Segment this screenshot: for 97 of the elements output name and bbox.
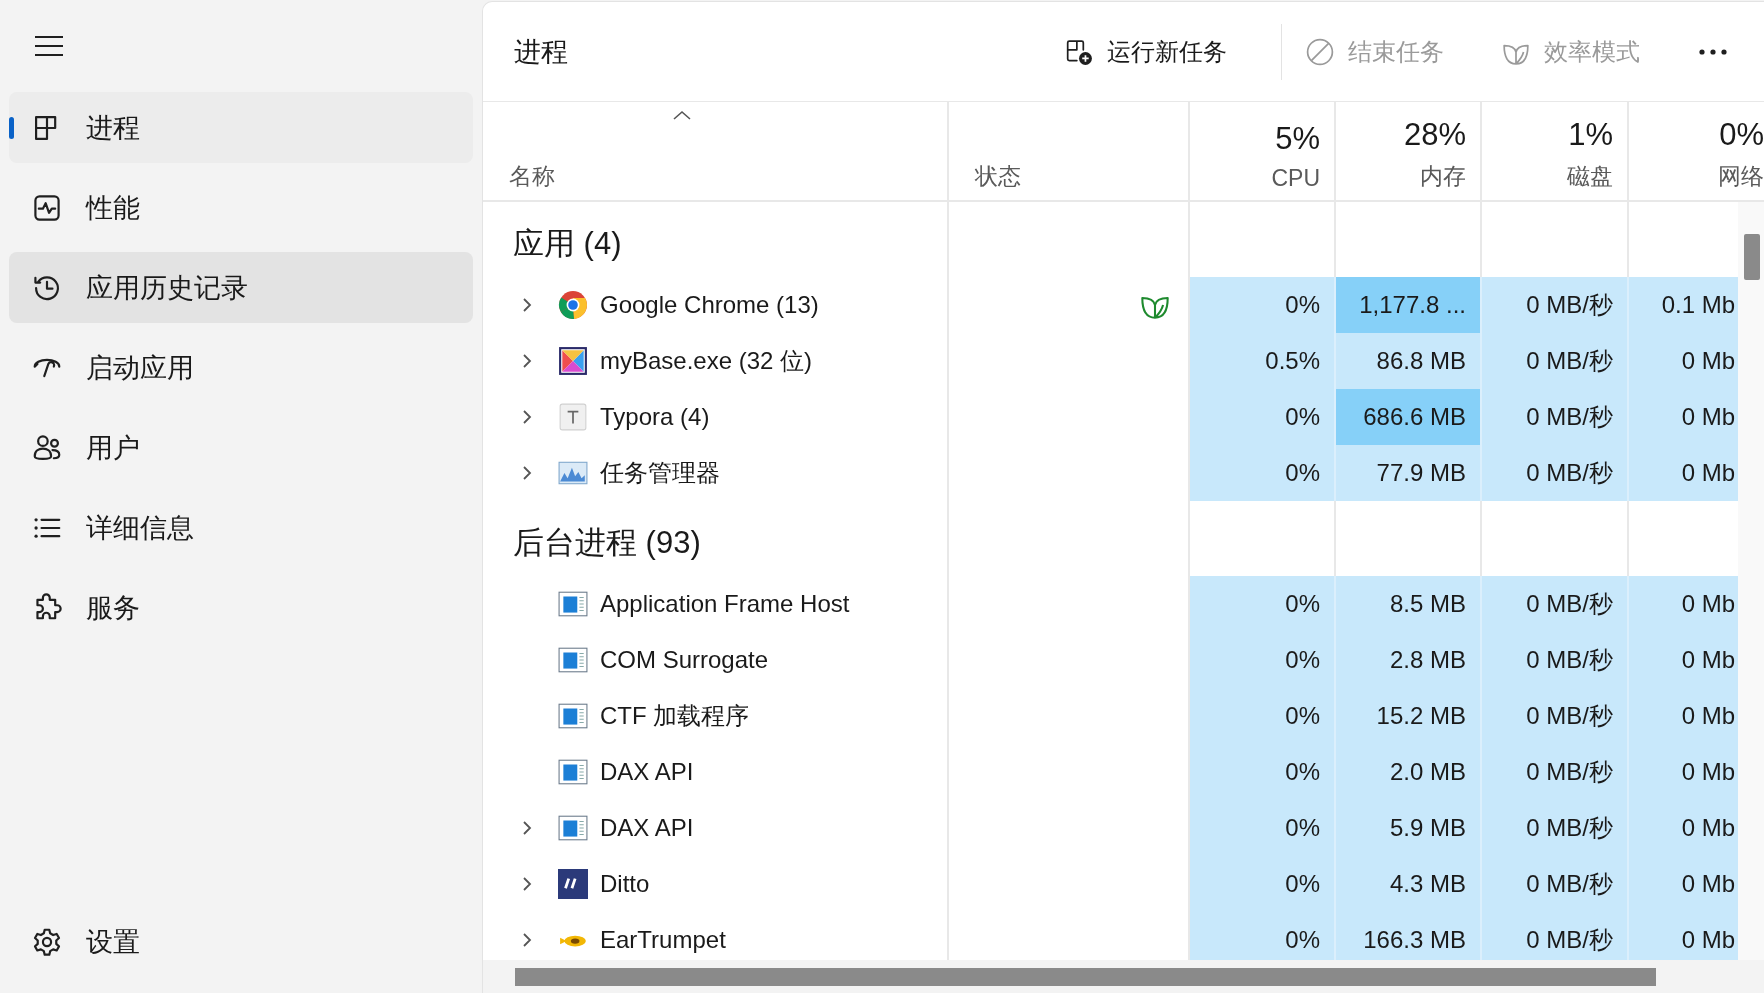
document-icon <box>558 402 588 432</box>
disk-cell: 0 MB/秒 <box>1482 856 1629 912</box>
usage-percent: 1% <box>1568 117 1613 153</box>
network-cell: 0 Mb <box>1629 445 1738 501</box>
scrollbar-thumb[interactable] <box>1744 234 1760 280</box>
cpu-cell: 0% <box>1190 277 1336 333</box>
network-cell: 0 Mb <box>1629 856 1738 912</box>
scrollbar-thumb[interactable] <box>515 968 1656 986</box>
prohibited-icon <box>1306 37 1334 66</box>
nav-item[interactable]: 启动应用 <box>9 332 473 403</box>
app-window-icon <box>558 701 588 731</box>
settings-icon <box>32 926 62 957</box>
disk-cell: 0 MB/秒 <box>1482 333 1629 389</box>
new-window-plus-icon <box>1065 37 1093 66</box>
cpu-cell: 0% <box>1190 800 1336 856</box>
nav-item[interactable]: 进程 <box>9 92 473 163</box>
network-cell: 0 Mb <box>1629 389 1738 445</box>
disk-cell: 0 MB/秒 <box>1482 389 1629 445</box>
disk-cell: 0 MB/秒 <box>1482 744 1629 800</box>
usage-percent: 5% <box>1275 121 1320 157</box>
process-name: Application Frame Host <box>600 590 850 618</box>
disk-cell: 0 MB/秒 <box>1482 912 1629 960</box>
disk-cell: 0 MB/秒 <box>1482 277 1629 333</box>
memory-cell: 4.3 MB <box>1336 856 1482 912</box>
cpu-cell: 0% <box>1190 632 1336 688</box>
colorful-square-icon <box>558 346 588 376</box>
group-title: 应用 (4) <box>512 224 622 263</box>
cpu-cell: 0% <box>1190 688 1336 744</box>
column-header[interactable]: 名称 <box>509 161 933 192</box>
cpu-cell: 0% <box>1190 912 1336 960</box>
column-header[interactable]: CPU <box>1271 165 1320 192</box>
network-cell: 0 Mb <box>1629 800 1738 856</box>
pulse-chart-icon <box>32 192 62 223</box>
memory-cell: 8.5 MB <box>1336 576 1482 632</box>
quote-tile-icon <box>558 869 588 899</box>
column-header[interactable]: 状态 <box>975 161 1174 192</box>
app-window-icon <box>558 645 588 675</box>
process-name: Ditto <box>600 870 650 898</box>
memory-cell: 686.6 MB <box>1336 389 1482 445</box>
disk-cell: 0 MB/秒 <box>1482 800 1629 856</box>
memory-cell: 86.8 MB <box>1336 333 1482 389</box>
network-cell: 0 Mb <box>1629 688 1738 744</box>
usage-percent: 0% <box>1719 117 1764 153</box>
cpu-cell: 0.5% <box>1190 333 1336 389</box>
toolbar-button[interactable]: 运行新任务 <box>1051 27 1241 76</box>
app-window-icon <box>558 589 588 619</box>
cpu-cell: 0% <box>1190 389 1336 445</box>
settings-nav-item[interactable]: 设置 <box>9 906 473 977</box>
nav-item[interactable]: 服务 <box>9 572 473 643</box>
memory-cell: 15.2 MB <box>1336 688 1482 744</box>
page-title: 进程 <box>514 35 569 69</box>
network-cell: 0 Mb <box>1629 632 1738 688</box>
network-cell: 0 Mb <box>1629 912 1738 960</box>
more-icon <box>1698 47 1728 56</box>
memory-cell: 5.9 MB <box>1336 800 1482 856</box>
disk-cell: 0 MB/秒 <box>1482 576 1629 632</box>
cpu-cell: 0% <box>1190 576 1336 632</box>
disk-cell: 0 MB/秒 <box>1482 632 1629 688</box>
disk-cell: 0 MB/秒 <box>1482 688 1629 744</box>
menu-icon <box>34 35 64 57</box>
network-cell: 0 Mb <box>1629 576 1738 632</box>
process-name: COM Surrogate <box>600 646 769 674</box>
process-name: myBase.exe (32 位) <box>600 346 813 376</box>
process-name: CTF 加载程序 <box>600 701 750 731</box>
process-name: Typora (4) <box>600 403 710 431</box>
column-header[interactable]: 网络 <box>1718 161 1764 192</box>
memory-cell: 2.0 MB <box>1336 744 1482 800</box>
disk-cell: 0 MB/秒 <box>1482 445 1629 501</box>
app-window-icon <box>558 813 588 843</box>
process-name: Google Chrome (13) <box>600 291 819 319</box>
memory-cell: 77.9 MB <box>1336 445 1482 501</box>
nav-item[interactable]: 性能 <box>9 172 473 243</box>
chrome-logo-icon <box>558 290 588 320</box>
process-name: EarTrumpet <box>600 926 726 954</box>
process-name: DAX API <box>600 758 694 786</box>
group-title: 后台进程 (93) <box>512 523 701 562</box>
vertical-scrollbar[interactable] <box>1738 202 1764 960</box>
network-cell: 0 Mb <box>1629 744 1738 800</box>
users-icon <box>32 432 62 463</box>
cpu-cell: 0% <box>1190 445 1336 501</box>
network-cell: 0.1 Mb <box>1629 277 1738 333</box>
usage-percent: 28% <box>1403 117 1466 153</box>
process-name: DAX API <box>600 814 694 842</box>
memory-cell: 2.8 MB <box>1336 632 1482 688</box>
network-cell: 0 Mb <box>1629 333 1738 389</box>
memory-cell: 1,177.8 ... <box>1336 277 1482 333</box>
nav-item[interactable]: 用户 <box>9 412 473 483</box>
cpu-cell: 0% <box>1190 744 1336 800</box>
cpu-cell: 0% <box>1190 856 1336 912</box>
horizontal-scrollbar[interactable] <box>483 960 1764 993</box>
app-window-icon <box>558 757 588 787</box>
memory-cell: 166.3 MB <box>1336 912 1482 960</box>
column-header[interactable]: 磁盘 <box>1567 161 1613 192</box>
column-header[interactable]: 内存 <box>1420 161 1466 192</box>
nav-item[interactable]: 详细信息 <box>9 492 473 563</box>
process-name: 任务管理器 <box>600 458 720 488</box>
nav-item[interactable]: 应用历史记录 <box>9 252 473 323</box>
